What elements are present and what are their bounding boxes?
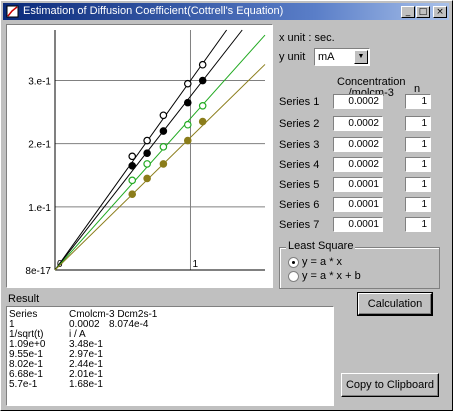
series-5-concentration-input[interactable]: 0.0001 [333, 177, 383, 192]
series-2-point [159, 127, 168, 135]
series-1-point [198, 60, 207, 69]
y-unit-value: mA [318, 51, 335, 63]
series-3-label: Series 3 [279, 139, 320, 151]
series-4-point [128, 190, 137, 199]
chart-svg: 8e-171.e-12.e-13.e-101 [25, 29, 266, 277]
series-3-point [183, 120, 192, 129]
series-4-point [143, 174, 151, 183]
y-tick-label: 3.e-1 [28, 77, 51, 88]
series-4-n-input[interactable]: 1 [405, 157, 431, 172]
y-tick-label: 2.e-1 [28, 140, 51, 151]
y-unit-label: y unit [279, 51, 306, 63]
series-6-label: Series 6 [279, 199, 320, 211]
result-line: 5.7e-1 1.68e-1 [9, 379, 103, 390]
series-2-point [128, 161, 137, 170]
series-3-point [198, 101, 207, 110]
x-unit-label: x unit : sec. [279, 32, 335, 44]
series-3-concentration-input[interactable]: 0.0002 [333, 137, 383, 152]
series-7-n-input[interactable]: 1 [405, 217, 431, 232]
radio-y-ax-b-label[interactable]: y = a * x + b [302, 270, 361, 282]
result-textbox[interactable]: Series Cmolcm-3 Dcm2s-1 1 0.0002 8.074e-4 1/s… [6, 306, 334, 406]
series-2-point [198, 76, 207, 85]
series-5-n-input[interactable]: 1 [405, 177, 431, 192]
series-4-point [159, 160, 168, 168]
x-tick-label: 1 [192, 259, 198, 270]
series-1-point [183, 79, 192, 88]
calculation-button[interactable]: Calculation [357, 292, 433, 316]
series-4-fit-line [54, 64, 266, 271]
maximize-button[interactable]: □ [416, 6, 430, 18]
least-square-title: Least Square [286, 240, 356, 252]
close-button[interactable]: × [433, 6, 447, 18]
series-3-point [159, 143, 168, 151]
series-2-point [183, 98, 192, 107]
series-3-n-input[interactable]: 1 [405, 137, 431, 152]
series-1-concentration-input[interactable]: 0.0002 [333, 94, 383, 109]
series-7-concentration-input[interactable]: 0.0001 [333, 217, 383, 232]
title-bar[interactable]: Estimation of Diffusion Coefficient(Cott… [3, 3, 449, 20]
series-1-point [143, 136, 151, 145]
window-title: Estimation of Diffusion Coefficient(Cott… [23, 5, 284, 17]
series-3-point [128, 176, 137, 185]
series-2-concentration-input[interactable]: 0.0002 [333, 116, 383, 131]
app-icon [6, 5, 19, 18]
app-window: Estimation of Diffusion Coefficient(Cott… [0, 0, 453, 411]
series-1-label: Series 1 [279, 96, 320, 108]
chart-area: 8e-171.e-12.e-13.e-101 [6, 24, 273, 288]
result-cell: 5.7e-1 [9, 379, 38, 390]
series-5-label: Series 5 [279, 179, 320, 191]
series-2-label: Series 2 [279, 118, 320, 130]
series-6-concentration-input[interactable]: 0.0001 [333, 197, 383, 212]
y-unit-select[interactable]: mA ▼ [314, 48, 370, 66]
series-1-point [128, 152, 137, 161]
y-tick-label: 1.e-1 [28, 203, 51, 214]
series-1-point [159, 111, 168, 120]
series-4-point [198, 117, 207, 126]
radio-y-ax-b[interactable] [288, 271, 299, 282]
radio-y-ax[interactable] [288, 257, 299, 268]
minimize-button[interactable]: _ [401, 6, 415, 18]
y-tick-label: 8e-17 [25, 266, 51, 277]
result-cell: 1.68e-1 [69, 379, 103, 390]
series-7-label: Series 7 [279, 219, 320, 231]
chevron-down-icon[interactable]: ▼ [354, 50, 368, 64]
radio-y-ax-label[interactable]: y = a * x [302, 256, 342, 268]
series-4-point [183, 136, 192, 145]
result-label: Result [8, 293, 40, 305]
least-square-group: Least Square y = a * x y = a * x + b [279, 240, 440, 289]
copy-to-clipboard-button[interactable]: Copy to Clipboard [341, 373, 439, 397]
series-4-concentration-input[interactable]: 0.0002 [333, 157, 383, 172]
series-3-fit-line [54, 34, 266, 271]
result-cell: 8.074e-4 [109, 319, 149, 330]
series-1-n-input[interactable]: 1 [405, 94, 431, 109]
series-2-point [143, 149, 151, 157]
series-6-n-input[interactable]: 1 [405, 197, 431, 212]
series-4-label: Series 4 [279, 159, 320, 171]
series-2-n-input[interactable]: 1 [405, 116, 431, 131]
series-3-point [143, 160, 151, 168]
